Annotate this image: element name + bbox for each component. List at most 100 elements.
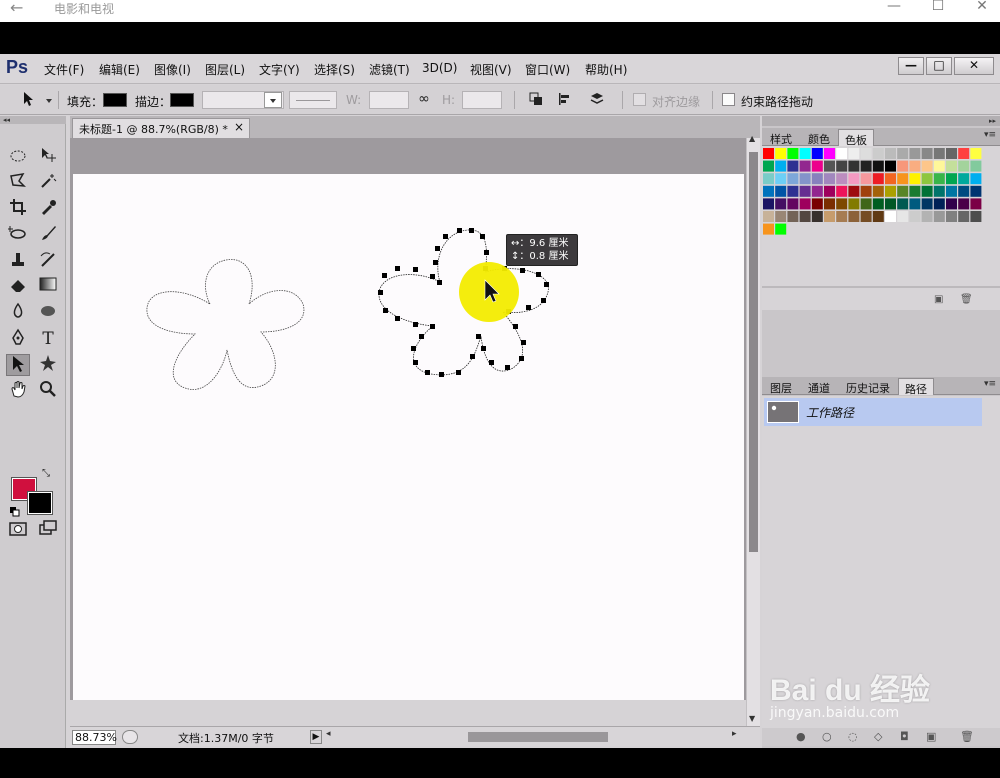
swatch-cell[interactable] [958, 148, 970, 159]
swatch-cell[interactable] [836, 198, 848, 210]
document-tab[interactable]: 未标题-1 @ 88.7%(RGB/8) * × [72, 118, 250, 138]
swatch-cell[interactable] [824, 148, 835, 159]
tab-layers[interactable]: 图层 [764, 378, 798, 395]
swatch-cell[interactable] [775, 185, 787, 197]
app-restore-button[interactable]: □ [926, 57, 952, 75]
swap-colors-icon[interactable]: ⤡ [42, 468, 50, 479]
swatch-cell[interactable] [897, 185, 909, 197]
crop-tool-icon[interactable] [6, 198, 30, 220]
swatch-cell[interactable] [811, 185, 823, 197]
swatch-cell[interactable] [811, 160, 823, 172]
swatch-cell[interactable] [848, 185, 860, 197]
load-selection-icon[interactable]: ◌ [848, 730, 858, 743]
panel-menu-icon[interactable]: ▾≡ [984, 379, 996, 389]
app-minimize-button[interactable]: — [898, 57, 924, 75]
menu-help[interactable]: 帮助(H) [585, 61, 627, 78]
swatch-cell[interactable] [872, 185, 884, 197]
swatch-cell[interactable] [763, 198, 774, 210]
swatch-cell[interactable] [946, 148, 957, 159]
height-field[interactable] [462, 91, 502, 109]
make-work-path-icon[interactable]: ◇ [874, 730, 882, 743]
magic-wand-tool-icon[interactable] [36, 172, 60, 194]
background-color-swatch[interactable] [27, 491, 53, 515]
swatch-cell[interactable] [885, 211, 896, 222]
gradient-tool-icon[interactable] [36, 276, 60, 298]
scroll-left-icon[interactable]: ◂ [326, 729, 331, 739]
swatch-cell[interactable] [775, 173, 787, 185]
swatch-cell[interactable] [775, 198, 787, 210]
player-close-button[interactable]: ✕ [972, 0, 992, 14]
menu-3d[interactable]: 3D(D) [422, 61, 457, 75]
swatch-cell[interactable] [885, 160, 896, 172]
app-close-button[interactable]: ✕ [954, 57, 994, 75]
swatch-cell[interactable] [909, 198, 921, 210]
scroll-right-icon[interactable]: ▸ [732, 729, 737, 739]
swatch-cell[interactable] [897, 211, 909, 222]
swatch-cell[interactable] [921, 198, 933, 210]
swatch-cell[interactable] [811, 198, 823, 210]
swatch-cell[interactable] [970, 198, 982, 210]
swatch-cell[interactable] [763, 223, 774, 235]
swatch-cell[interactable] [921, 211, 933, 222]
stroke-path-icon[interactable]: ○ [822, 730, 832, 743]
swatch-cell[interactable] [799, 211, 811, 222]
eyedropper-tool-icon[interactable] [36, 198, 60, 220]
panel-menu-icon[interactable]: ▾≡ [984, 130, 996, 140]
swatch-cell[interactable] [958, 160, 970, 172]
swatch-cell[interactable] [958, 211, 970, 222]
hand-tool-icon[interactable] [6, 380, 30, 402]
link-icon[interactable]: ∞ [415, 91, 433, 109]
align-edges-checkbox[interactable] [633, 93, 646, 106]
vertical-scrollbar[interactable]: ▲ ▼ [746, 134, 760, 726]
swatch-cell[interactable] [933, 173, 945, 185]
swatch-cell[interactable] [885, 198, 896, 210]
zoom-field[interactable]: 88.73% [72, 730, 117, 745]
menu-type[interactable]: 文字(Y) [259, 61, 300, 78]
polygonal-lasso-tool-icon[interactable] [6, 172, 30, 194]
swatch-cell[interactable] [775, 148, 787, 159]
swatch-cell[interactable] [860, 173, 872, 185]
tool-preset-dropdown-icon[interactable] [46, 99, 52, 103]
swatch-cell[interactable] [885, 173, 896, 185]
swatch-cell[interactable] [763, 173, 774, 185]
menu-edit[interactable]: 编辑(E) [99, 61, 140, 78]
swatch-cell[interactable] [872, 160, 884, 172]
move-tool-icon[interactable] [36, 146, 60, 168]
swatch-cell[interactable] [824, 173, 835, 185]
swatch-cells[interactable] [763, 148, 993, 258]
swatch-cell[interactable] [799, 173, 811, 185]
eraser-tool-icon[interactable] [6, 276, 30, 298]
swatch-cell[interactable] [763, 185, 774, 197]
swatches-grid[interactable]: ▣ 🗑 [762, 146, 1000, 310]
swatch-cell[interactable] [787, 198, 799, 210]
history-brush-tool-icon[interactable] [36, 250, 60, 272]
swatch-cell[interactable] [848, 173, 860, 185]
swatch-cell[interactable] [763, 211, 774, 222]
swatch-cell[interactable] [860, 160, 872, 172]
swatch-cell[interactable] [933, 148, 945, 159]
swatch-cell[interactable] [970, 160, 982, 172]
close-tab-icon[interactable]: × [234, 120, 244, 134]
width-field[interactable] [369, 91, 409, 109]
swatch-cell[interactable] [836, 185, 848, 197]
swatch-cell[interactable] [763, 148, 774, 159]
swatch-cell[interactable] [775, 223, 787, 235]
path-item-work-path[interactable]: 工作路径 [764, 398, 982, 426]
swatch-cell[interactable] [909, 160, 921, 172]
scrollbar-thumb[interactable] [749, 152, 758, 552]
toolbox-collapse-handle[interactable]: ◂◂ [0, 116, 66, 124]
delete-swatch-icon[interactable]: 🗑 [960, 294, 973, 305]
swatch-cell[interactable] [921, 160, 933, 172]
status-menu-arrow-icon[interactable]: ▶ [310, 730, 322, 744]
swatch-cell[interactable] [933, 185, 945, 197]
swatch-cell[interactable] [872, 173, 884, 185]
swatch-cell[interactable] [921, 185, 933, 197]
swatch-cell[interactable] [909, 148, 921, 159]
swatch-cell[interactable] [872, 148, 884, 159]
tab-paths[interactable]: 路径 [898, 378, 934, 396]
blur-tool-icon[interactable] [6, 302, 30, 324]
horizontal-scroll-thumb[interactable] [468, 732, 608, 742]
scroll-up-icon[interactable]: ▲ [749, 134, 755, 143]
swatch-cell[interactable] [946, 211, 957, 222]
swatch-cell[interactable] [958, 198, 970, 210]
